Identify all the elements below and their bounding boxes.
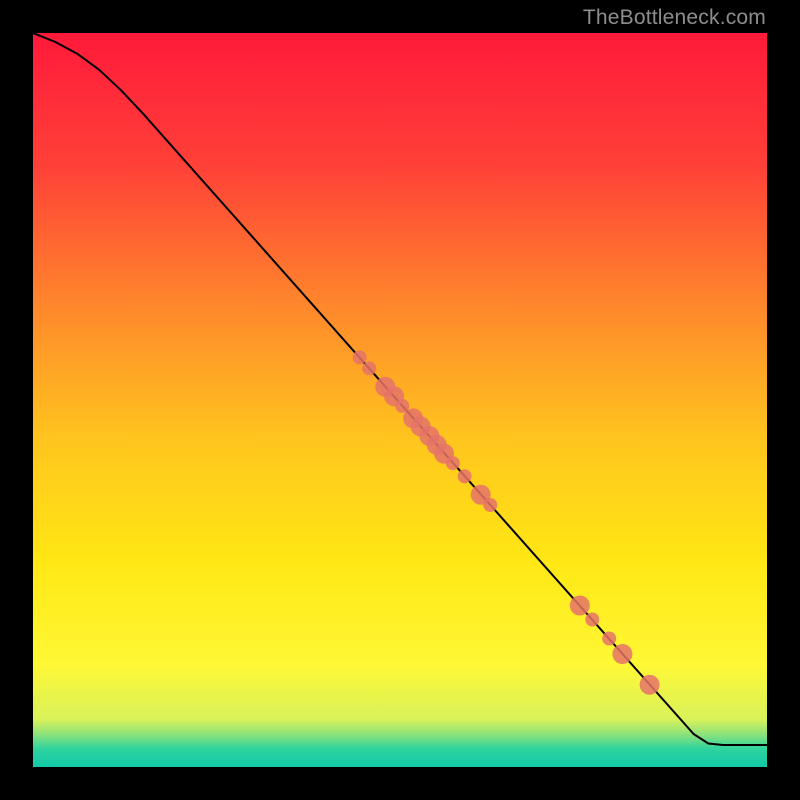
scatter-point (640, 675, 660, 695)
scatter-point (353, 350, 367, 364)
scatter-point (483, 498, 497, 512)
scatter-point (446, 456, 460, 470)
scatter-point (458, 469, 472, 483)
scatter-point (362, 361, 376, 375)
watermark-text: TheBottleneck.com (583, 6, 766, 30)
chart-frame (33, 33, 767, 767)
scatter-point (570, 596, 590, 616)
scatter-point (585, 613, 599, 627)
scatter-point (602, 632, 616, 646)
chart-svg (33, 33, 767, 767)
scatter-point (612, 644, 632, 664)
